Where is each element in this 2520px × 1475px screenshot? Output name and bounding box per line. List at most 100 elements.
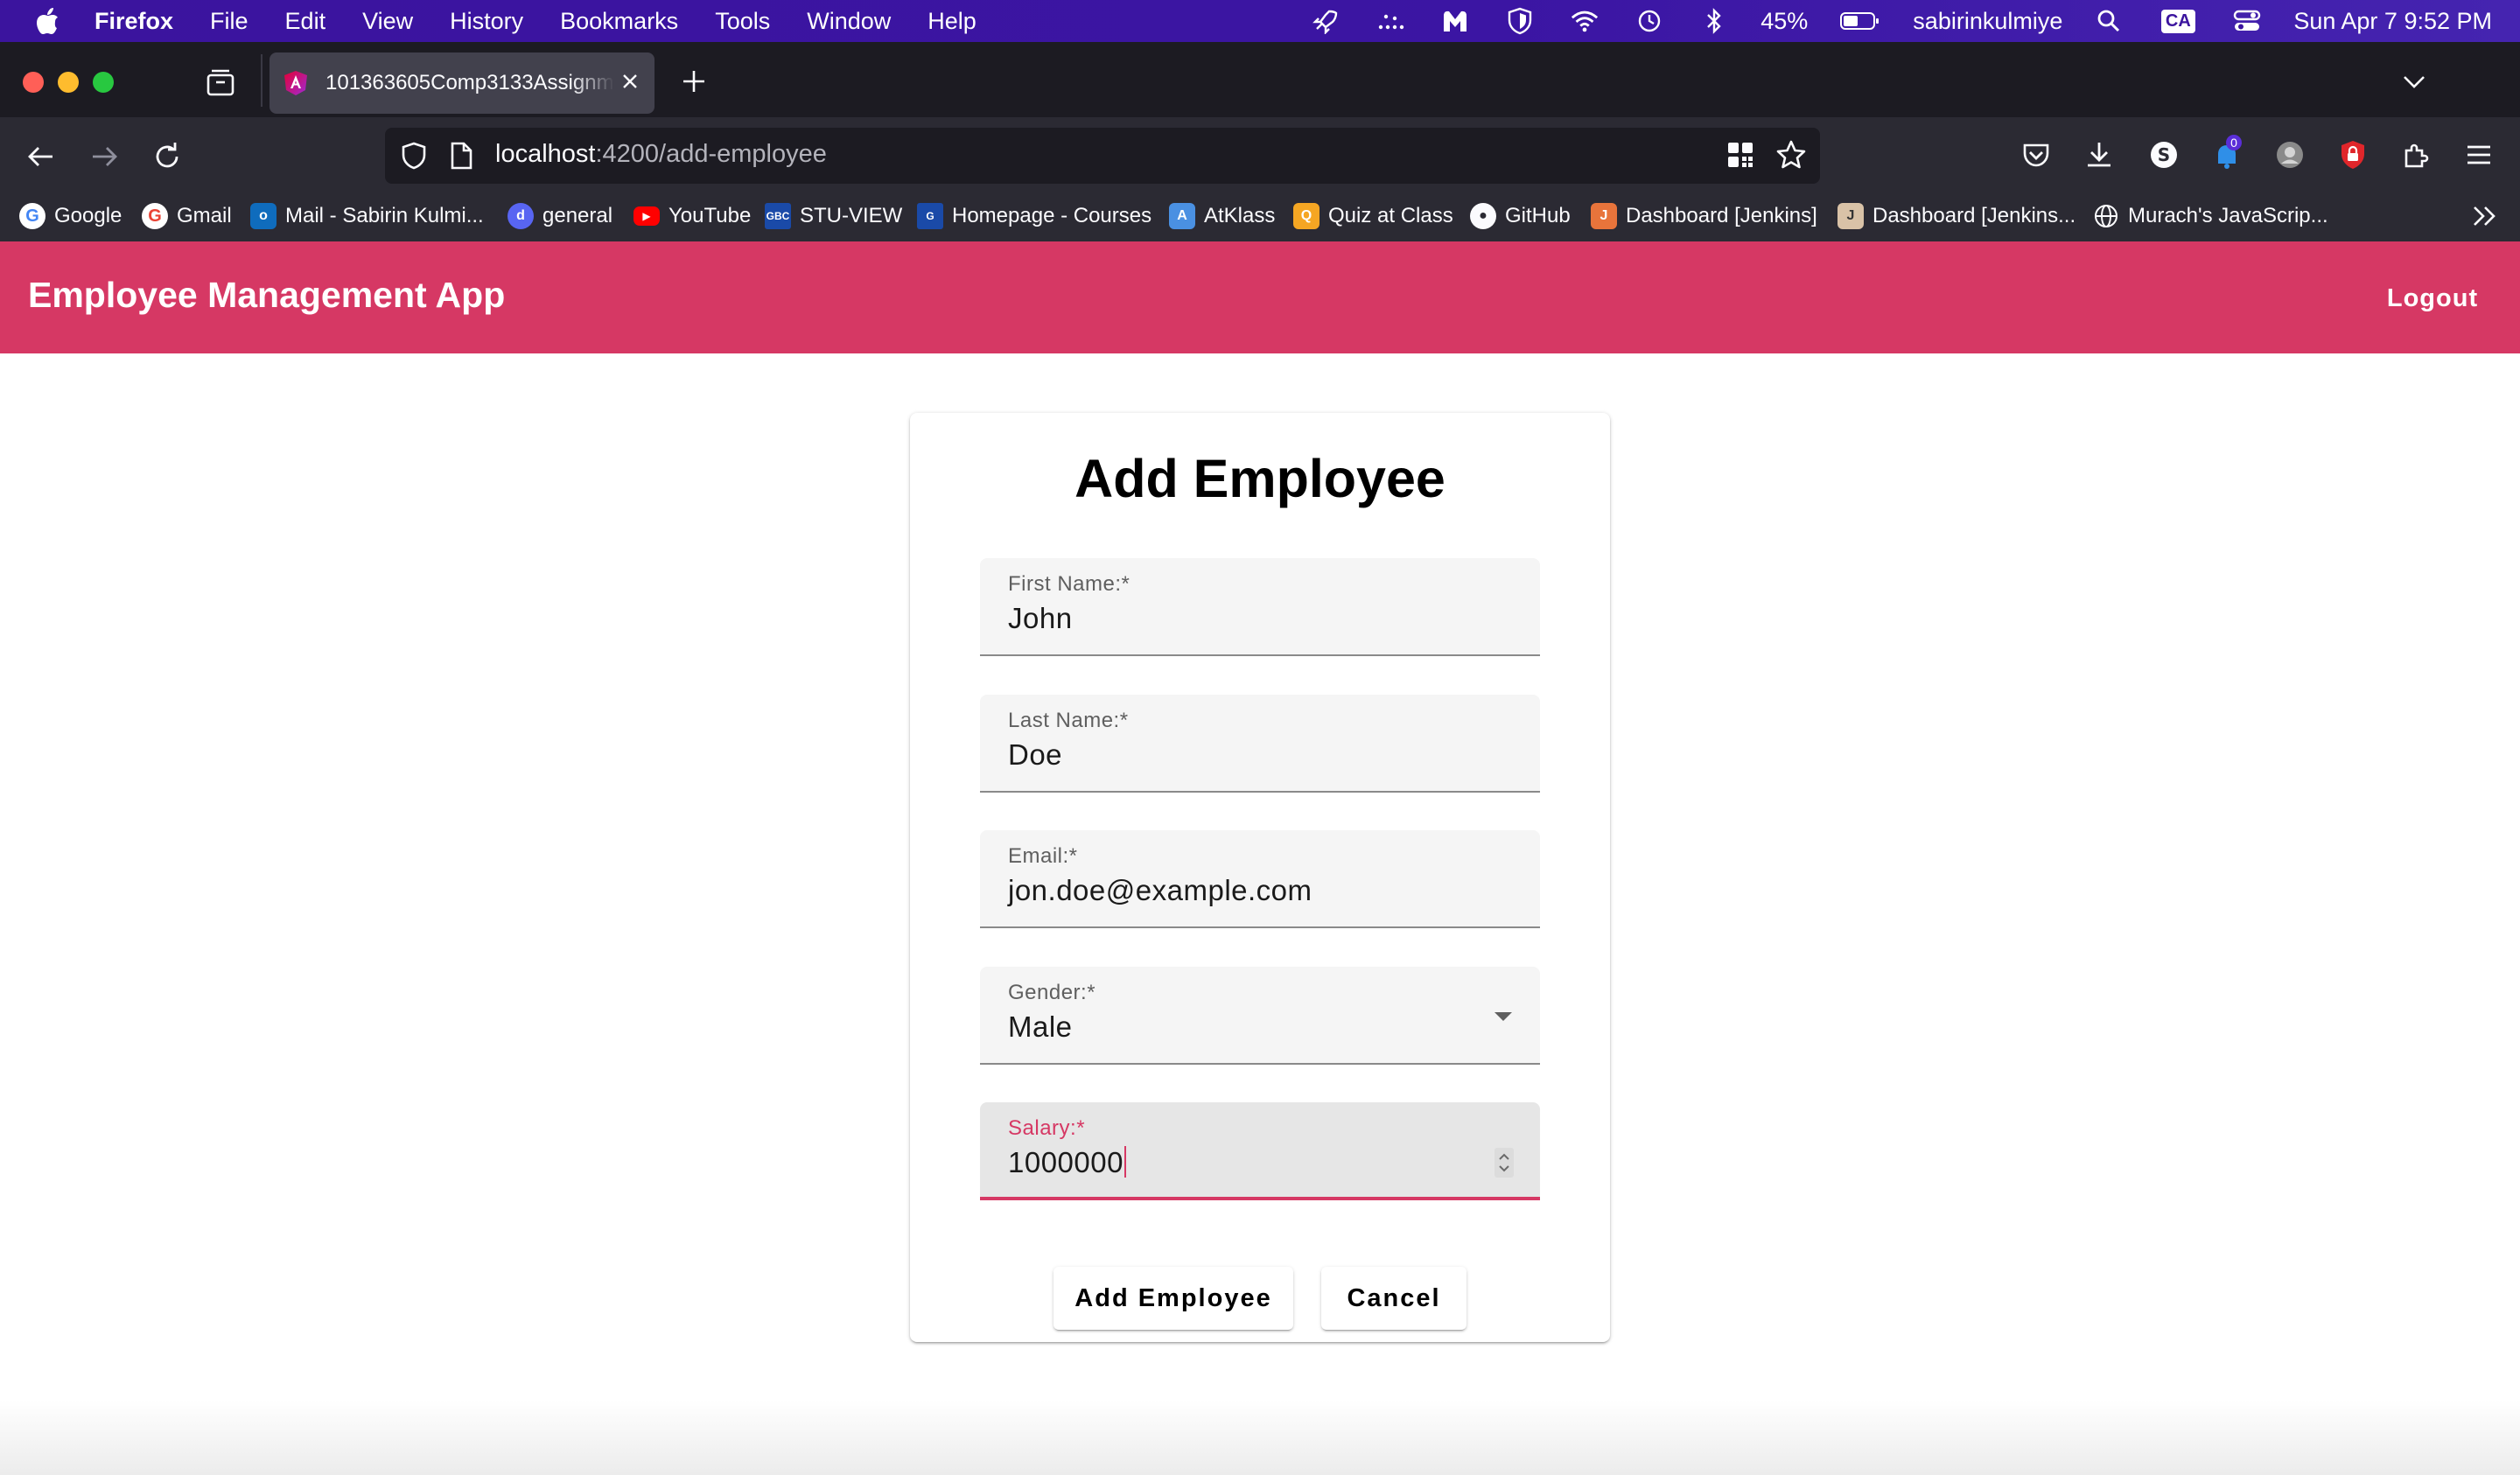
apple-icon[interactable] [35,7,60,35]
bookmark-quiz-at-class[interactable]: Q Quiz at Class [1293,201,1453,231]
email-input[interactable]: jon.doe@example.com [1008,874,1312,907]
tab-title: 101363605Comp3133Assignment2 [326,71,614,94]
active-tab[interactable]: 101363605Comp3133Assignment2 [270,52,654,114]
window-minimize-button[interactable] [58,72,79,93]
salary-value: 1000000 [1008,1146,1124,1178]
battery-percent: 45% [1760,7,1809,34]
last-name-field[interactable]: Last Name:* Doe [980,695,1540,793]
bookmark-label: STU-VIEW [800,204,903,227]
qr-code-icon[interactable] [1726,140,1755,170]
bookmark-label: AtKlass [1204,204,1276,227]
blocker-extension-icon[interactable] [2336,138,2370,171]
bookmark-atklass[interactable]: A AtKlass [1169,201,1275,231]
reload-icon[interactable] [150,140,184,173]
bookmark-label: Dashboard [Jenkins... [1872,204,2076,227]
add-employee-button[interactable]: Add Employee [1054,1267,1293,1330]
page-info-icon[interactable] [448,141,474,171]
notification-extension-icon[interactable]: 0 [2210,135,2244,171]
menu-history[interactable]: History [450,8,523,35]
svg-text:S: S [2158,144,2170,165]
downloads-icon[interactable] [2082,138,2116,171]
bookmark-outlook-mail[interactable]: o Mail - Sabirin Kulmi... [250,201,484,231]
input-source-badge[interactable]: CA [2159,8,2197,34]
bookmark-label: YouTube [668,204,752,227]
bookmark-homepage-courses[interactable]: G Homepage - Courses [917,201,1152,231]
menu-file[interactable]: File [210,8,248,35]
wifi-icon[interactable] [1570,8,1600,34]
back-arrow-icon[interactable] [24,140,58,173]
bookmark-github[interactable]: ● GitHub [1470,201,1571,231]
menu-window[interactable]: Window [807,8,891,35]
rocket-icon[interactable] [1311,8,1340,34]
gender-selected-value[interactable]: Male [1008,1010,1073,1044]
bookmark-label: Gmail [177,204,232,227]
logout-button[interactable]: Logout [2371,280,2494,317]
menu-help[interactable]: Help [928,8,976,35]
email-field[interactable]: Email:* jon.doe@example.com [980,830,1540,928]
bookmark-label: Dashboard [Jenkins] [1626,204,1817,227]
clock[interactable]: Sun Apr 7 9:52 PM [2293,8,2492,35]
page-title: Add Employee [1074,449,1446,508]
extensions-puzzle-icon[interactable] [2399,138,2432,171]
bookmark-star-icon[interactable] [1774,138,1808,171]
bookmark-label: general [542,204,613,227]
list-all-tabs-chevron-icon[interactable] [2399,66,2429,96]
bookmark-label: Murach's JavaScrip... [2128,204,2328,227]
first-name-input[interactable]: John [1008,602,1073,635]
malwarebytes-icon[interactable] [1440,8,1470,34]
salary-field[interactable]: Salary:* 1000000 [980,1102,1540,1200]
forward-arrow-icon[interactable] [88,140,121,173]
gbc-icon: G [917,203,943,229]
google-icon: G [142,203,168,229]
bottom-shade [0,1400,2520,1475]
avatar-extension-icon[interactable] [2273,138,2306,171]
bookmark-discord-general[interactable]: d general [508,201,612,231]
app-menu-hamburger-icon[interactable] [2462,138,2496,171]
dropdown-arrow-icon[interactable] [1493,1010,1514,1023]
window-zoom-button[interactable] [93,72,114,93]
bookmark-google[interactable]: G Google [19,201,122,231]
bookmark-youtube[interactable]: ▶ YouTube [634,201,751,231]
vpn-shield-icon[interactable] [1505,7,1535,35]
tab-separator [261,54,262,107]
pocket-icon[interactable] [2020,138,2053,171]
url-host: localhost [495,140,596,168]
battery-icon[interactable] [1839,8,1881,34]
new-tab-plus-icon[interactable] [679,66,709,96]
close-tab-icon[interactable] [618,69,642,94]
bookmark-stu-view[interactable]: GBC STU-VIEW [765,201,902,231]
bookmark-label: GitHub [1505,204,1571,227]
gender-select[interactable]: Gender:* Male [980,967,1540,1065]
menu-edit[interactable]: Edit [285,8,326,35]
angular-favicon-icon [284,71,307,95]
number-spinner-icon[interactable] [1494,1148,1514,1178]
bookmark-jenkins-1[interactable]: J Dashboard [Jenkins] [1591,201,1817,231]
youtube-icon: ▶ [634,206,660,226]
window-close-button[interactable] [23,72,44,93]
globe-icon [2095,205,2118,227]
time-machine-icon[interactable] [1634,8,1664,34]
menu-app-name[interactable]: Firefox [94,8,173,35]
firefox-view-icon[interactable] [205,66,236,98]
menu-view[interactable]: View [362,8,413,35]
url-text[interactable]: localhost:4200/add-employee [495,140,827,169]
skype-extension-icon[interactable]: S [2147,138,2180,171]
bookmark-jenkins-2[interactable]: J Dashboard [Jenkins... [1838,201,2076,231]
more-bookmarks-chevron-icon[interactable] [2469,201,2501,231]
bluetooth-icon[interactable] [1699,8,1729,34]
salary-input[interactable]: 1000000 [1008,1146,1126,1179]
tracking-protection-shield-icon[interactable] [399,141,429,171]
bookmark-gmail[interactable]: G Gmail [142,201,232,231]
menu-bookmarks[interactable]: Bookmarks [560,8,678,35]
first-name-field[interactable]: First Name:* John [980,558,1540,656]
app-title: Employee Management App [28,275,506,315]
cancel-button[interactable]: Cancel [1321,1267,1466,1330]
spotlight-search-icon[interactable] [2094,8,2124,34]
control-center-icon[interactable] [2232,8,2262,34]
quiz-icon: Q [1293,203,1320,229]
dots-status-icon[interactable] [1376,8,1405,34]
user-name[interactable]: sabirinkulmiye [1913,8,2062,35]
bookmark-murach-javascript[interactable]: Murach's JavaScrip... [2093,201,2328,231]
menu-tools[interactable]: Tools [715,8,770,35]
last-name-input[interactable]: Doe [1008,738,1062,772]
